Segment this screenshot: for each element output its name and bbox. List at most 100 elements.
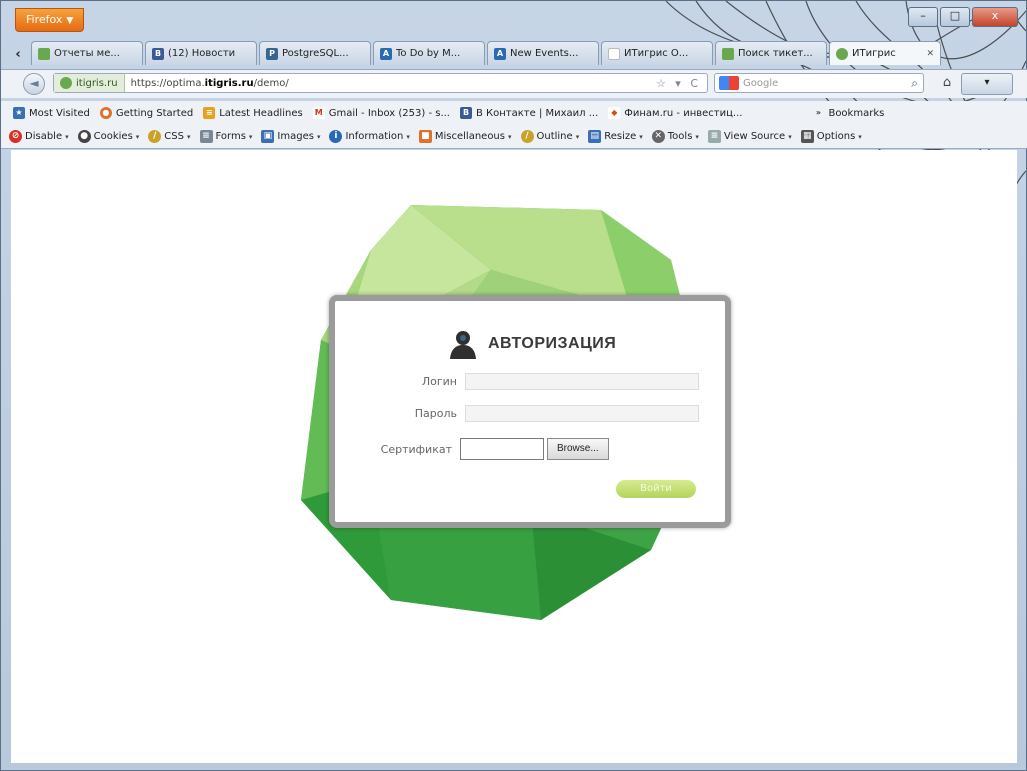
certificate-file-input[interactable]: [460, 438, 544, 460]
bookmark-star-reload-icons[interactable]: ☆ ▾ C: [656, 77, 707, 90]
dropdown-arrow-icon: ▾: [65, 132, 69, 141]
tools-icon: ✕: [651, 130, 665, 143]
bookmark-vkontakte[interactable]: B В Контакте | Михаил ...: [460, 107, 598, 119]
web-developer-toolbar: ⊘ Disable ▾ ● Cookies ▾ / CSS ▾ ≡ Forms ▾ ▣ Image…: [1, 125, 1027, 149]
password-input[interactable]: [465, 405, 699, 422]
green-leaf-icon: [38, 47, 50, 60]
search-icon[interactable]: ⌕: [911, 76, 923, 91]
view-source-icon: ≡: [707, 130, 721, 143]
tab-vk-news[interactable]: B (12) Новости: [145, 41, 257, 65]
vk-icon: B: [152, 47, 164, 60]
window-controls: – □ x: [908, 7, 1018, 27]
devbar-miscellaneous[interactable]: ■ Miscellaneous ▾: [418, 130, 512, 143]
bookmark-label: Gmail - Inbox (253) - s...: [328, 107, 450, 119]
login-input[interactable]: [465, 373, 699, 390]
bookmark-label: Latest Headlines: [219, 107, 303, 119]
tab-label: Отчеты ме...: [54, 48, 120, 59]
dropdown-arrow-icon: ▾: [186, 132, 191, 141]
site-identity-button[interactable]: itigris.ru: [54, 74, 125, 92]
images-icon: ▣: [261, 130, 275, 143]
devbar-label: Disable: [25, 131, 63, 142]
tab-itigris-o[interactable]: ИТигрис О...: [601, 41, 713, 65]
login-label: Логин: [421, 375, 457, 388]
bookmark-label: Финам.ru - инвестиц...: [624, 107, 743, 119]
login-submit-button[interactable]: Войти: [616, 480, 696, 498]
devbar-label: View Source: [723, 131, 786, 142]
firefox-menu-button[interactable]: Firefox ▼: [15, 8, 85, 32]
miscellaneous-icon: ■: [418, 130, 432, 143]
devbar-disable[interactable]: ⊘ Disable ▾: [9, 130, 69, 143]
options-icon: ▦: [800, 130, 814, 143]
resize-icon: ▤: [588, 130, 602, 143]
tab-label: New Events...: [510, 48, 579, 59]
postgres-elephant-icon: P: [266, 47, 278, 60]
devbar-images[interactable]: ▣ Images ▾: [261, 130, 320, 143]
devbar-resize[interactable]: ▤ Resize ▾: [588, 130, 643, 143]
devbar-tools[interactable]: ✕ Tools ▾: [651, 130, 699, 143]
tab-todo[interactable]: A To Do by M...: [373, 41, 485, 65]
tab-reports[interactable]: Отчеты ме...: [31, 41, 143, 65]
devbar-cookies[interactable]: ● Cookies ▾: [77, 130, 140, 143]
url-host: itigris.ru: [204, 77, 254, 89]
bookmarks-bar: ★ Most Visited ● Getting Started ≡ Lates…: [1, 101, 1027, 125]
url-text[interactable]: https://optima.itigris.ru/demo/: [125, 78, 289, 89]
google-engine-icon[interactable]: [719, 76, 739, 90]
back-button[interactable]: ◄: [23, 73, 45, 95]
bookmark-gmail[interactable]: M Gmail - Inbox (253) - s...: [312, 107, 450, 119]
tab-scroll-left-icon[interactable]: ‹: [9, 45, 27, 65]
minimize-button[interactable]: –: [908, 7, 938, 27]
extensions-menu-button[interactable]: ▾: [961, 73, 1013, 95]
browse-button[interactable]: Browse...: [547, 438, 609, 460]
devbar-outline[interactable]: / Outline ▾: [520, 130, 579, 143]
dropdown-arrow-icon: ▾: [695, 132, 699, 141]
devbar-information[interactable]: i Information ▾: [329, 130, 410, 143]
dropdown-arrow-icon: ▾: [248, 132, 253, 141]
bookmark-latest-headlines[interactable]: ≡ Latest Headlines: [203, 107, 303, 119]
dropdown-arrow-icon: ▾: [406, 132, 410, 141]
certificate-row: Сертификат Browse...: [335, 438, 609, 460]
most-visited-icon: ★: [13, 107, 25, 119]
firefox-menu-label: Firefox: [26, 13, 63, 26]
tab-label: PostgreSQL...: [282, 48, 349, 59]
bookmark-finam[interactable]: ◆ Финам.ru - инвестиц...: [608, 107, 742, 119]
url-bar[interactable]: itigris.ru https://optima.itigris.ru/dem…: [53, 73, 708, 93]
cookies-icon: ●: [77, 130, 91, 143]
bookmark-most-visited[interactable]: ★ Most Visited: [13, 107, 90, 119]
devbar-label: Resize: [604, 131, 637, 142]
tab-itigris-active[interactable]: ИТигрис ✕: [829, 41, 941, 65]
bookmark-label: Most Visited: [29, 107, 90, 119]
devbar-label: Information: [345, 131, 404, 142]
blue-a-icon: A: [494, 47, 506, 60]
css-pencil-icon: /: [148, 130, 162, 143]
tab-label: ИТигрис: [852, 48, 896, 59]
close-tab-icon[interactable]: ✕: [926, 49, 934, 59]
gmail-icon: M: [312, 107, 325, 119]
bookmarks-menu[interactable]: » Bookmarks: [812, 107, 884, 119]
tab-postgresql[interactable]: P PostgreSQL...: [259, 41, 371, 65]
tab-new-events[interactable]: A New Events...: [487, 41, 599, 65]
devbar-css[interactable]: / CSS ▾: [148, 130, 191, 143]
disable-icon: ⊘: [9, 130, 22, 143]
devbar-label: Cookies: [93, 131, 133, 142]
search-box[interactable]: Google ⌕: [714, 73, 924, 93]
home-icon[interactable]: ⌂: [936, 73, 958, 93]
forms-icon: ≡: [199, 130, 213, 143]
devbar-label: CSS: [164, 131, 184, 142]
certificate-label: Сертификат: [380, 442, 452, 456]
information-icon: i: [329, 130, 343, 143]
maximize-button[interactable]: □: [940, 7, 970, 27]
green-leaf-icon: [722, 47, 734, 60]
password-row: Пароль: [335, 405, 699, 422]
search-placeholder: Google: [743, 77, 779, 89]
devbar-label: Forms: [215, 131, 246, 142]
devbar-view-source[interactable]: ≡ View Source ▾: [707, 130, 792, 143]
devbar-forms[interactable]: ≡ Forms ▾: [199, 130, 253, 143]
devbar-options[interactable]: ▦ Options ▾: [800, 130, 862, 143]
tab-ticket-search[interactable]: Поиск тикет...: [715, 41, 827, 65]
bookmark-getting-started[interactable]: ● Getting Started: [99, 107, 193, 119]
devbar-label: Miscellaneous: [434, 131, 505, 142]
dropdown-arrow-icon: ▾: [135, 132, 140, 141]
blue-a-icon: A: [380, 47, 392, 60]
blank-page-icon: [608, 47, 620, 60]
close-button[interactable]: x: [972, 7, 1018, 27]
